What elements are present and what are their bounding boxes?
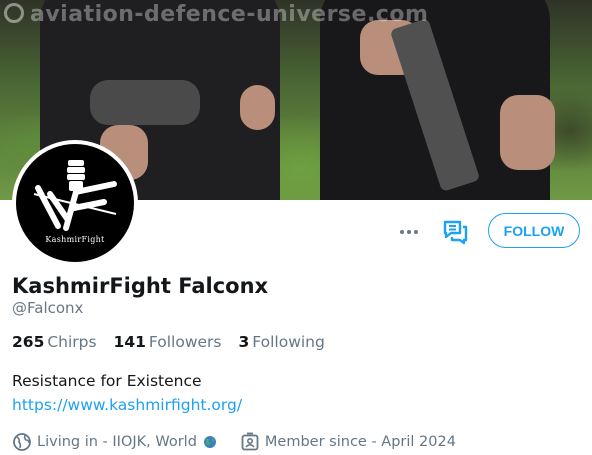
banner-hand-right-2 (500, 95, 555, 170)
stat-chirps[interactable]: 265 Chirps (12, 333, 97, 351)
earth-emoji-icon (203, 436, 216, 448)
stat-following-label: Following (252, 333, 325, 351)
kashmirfight-logo-icon (33, 160, 117, 231)
globe-icon (13, 433, 31, 451)
stat-following[interactable]: 3 Following (238, 333, 324, 351)
stat-followers-label: Followers (148, 333, 222, 351)
member-card-icon (241, 432, 259, 451)
stat-chirps-count: 265 (12, 333, 45, 351)
location-text: Living in - IIOJK, World (37, 434, 197, 450)
follow-button[interactable]: FOLLOW (488, 213, 580, 248)
more-dots-icon (400, 230, 404, 234)
more-dot (407, 230, 411, 234)
avatar[interactable]: KashmirFight (12, 140, 138, 266)
banner-rifle-left (90, 80, 200, 125)
avatar-caption: KashmirFight (45, 235, 105, 244)
banner-hand-left-2 (240, 85, 275, 130)
stat-followers[interactable]: 141 Followers (114, 333, 222, 351)
profile-meta: Living in - IIOJK, World Member since - … (12, 432, 456, 452)
profile-website-link[interactable]: https://www.kashmirfight.org/ (12, 396, 242, 414)
banner-watermark: aviation-defence-universe.com (4, 2, 428, 27)
profile-bio: Resistance for Existence (12, 372, 202, 390)
message-icon[interactable] (441, 219, 469, 245)
stat-chirps-label: Chirps (47, 333, 97, 351)
profile-stats: 265 Chirps 141 Followers 3 Following (12, 333, 337, 351)
more-dot (414, 230, 418, 234)
display-name: KashmirFight Falconx (12, 274, 269, 298)
user-handle: @Falconx (12, 299, 84, 317)
stat-following-count: 3 (238, 333, 250, 351)
more-options-button[interactable] (398, 222, 420, 242)
member-since-text: Member since - April 2024 (264, 434, 456, 450)
stat-followers-count: 141 (113, 333, 146, 351)
